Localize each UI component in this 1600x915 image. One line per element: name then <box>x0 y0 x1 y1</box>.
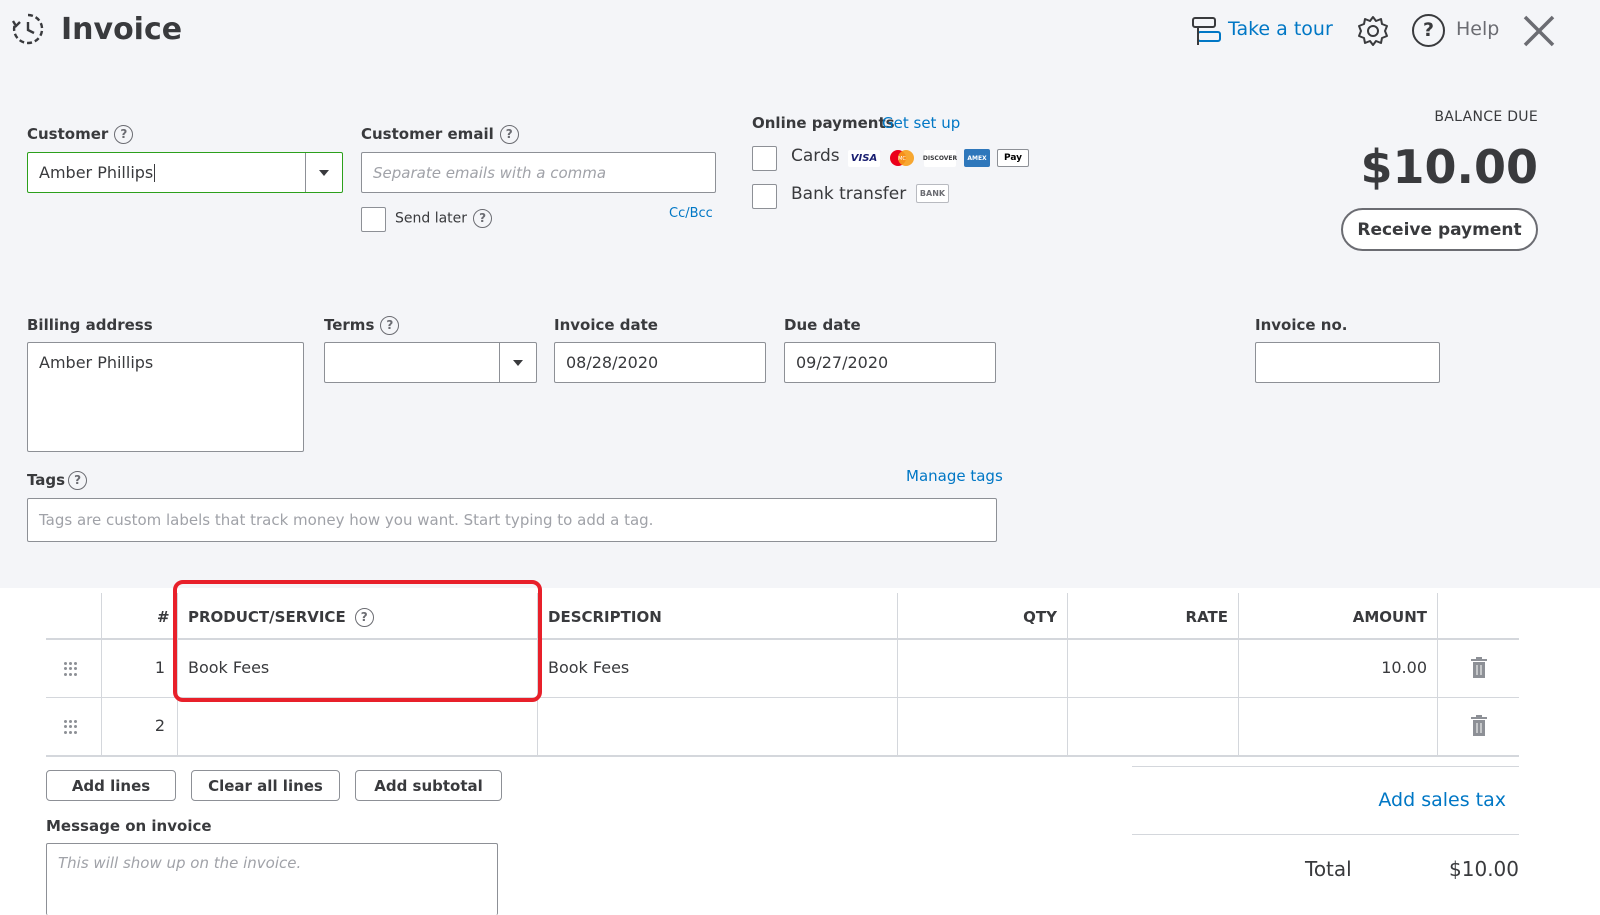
column-header-rate: RATE <box>1185 608 1228 626</box>
customer-dropdown-arrow-icon[interactable] <box>305 153 342 192</box>
page-title: Invoice <box>61 12 183 47</box>
totals-top-divider <box>1132 766 1519 767</box>
tags-input[interactable]: Tags are custom labels that track money … <box>27 498 997 542</box>
customer-label: Customer? <box>27 125 134 144</box>
manage-tags-link[interactable]: Manage tags <box>906 467 1003 485</box>
customer-select[interactable]: Amber Phillips <box>27 152 343 193</box>
cc-bcc-link[interactable]: Cc/Bcc <box>669 206 713 221</box>
add-sales-tax-link[interactable]: Add sales tax <box>1378 789 1506 811</box>
column-header-number: # <box>157 608 170 626</box>
invoice-date-input[interactable]: 08/28/2020 <box>554 342 766 383</box>
billing-address-textarea[interactable]: Amber Phillips <box>27 342 304 452</box>
amex-icon: AMEX <box>964 149 990 167</box>
bank-transfer-label: Bank transfer <box>791 184 907 204</box>
tour-icon[interactable] <box>1190 15 1222 47</box>
row-2-number: 2 <box>154 716 165 735</box>
terms-dropdown-arrow-icon[interactable] <box>499 343 536 382</box>
bank-icon: BANK <box>916 184 949 203</box>
cards-label: Cards <box>791 146 840 166</box>
message-label: Message on invoice <box>46 817 212 835</box>
invoice-date-label: Invoice date <box>554 316 658 334</box>
col-divider <box>1238 593 1239 755</box>
take-a-tour-link[interactable]: Take a tour <box>1228 18 1333 40</box>
trash-icon[interactable] <box>1470 715 1488 737</box>
discover-icon: DISCOVER <box>923 150 957 167</box>
col-divider <box>1437 593 1438 755</box>
row-1-number: 1 <box>154 658 165 677</box>
bank-transfer-checkbox[interactable] <box>752 184 777 209</box>
visa-icon: VISA <box>848 150 880 167</box>
tags-help-icon[interactable]: ? <box>68 471 88 490</box>
terms-label: Terms? <box>324 316 400 335</box>
balance-due-amount: $10.00 <box>1360 140 1538 194</box>
table-bottom-divider <box>46 755 1519 757</box>
due-date-input[interactable]: 09/27/2020 <box>784 342 996 383</box>
customer-email-input[interactable]: Separate emails with a comma <box>361 152 716 193</box>
invoice-number-label: Invoice no. <box>1255 316 1348 334</box>
col-divider <box>1067 593 1068 755</box>
customer-help-icon[interactable]: ? <box>114 125 134 144</box>
row-1-description[interactable]: Book Fees <box>548 658 629 677</box>
add-lines-button[interactable]: Add lines <box>46 770 176 801</box>
clear-all-lines-button[interactable]: Clear all lines <box>191 770 340 801</box>
column-header-qty: QTY <box>1023 608 1057 626</box>
col-divider <box>101 593 102 755</box>
product-column-highlight <box>173 580 542 702</box>
column-header-description: DESCRIPTION <box>548 608 662 626</box>
svg-text:MC: MC <box>898 156 906 162</box>
mastercard-icon: MC <box>888 149 916 167</box>
billing-address-label: Billing address <box>27 316 153 334</box>
receive-payment-button[interactable]: Receive payment <box>1341 208 1538 251</box>
get-set-up-link[interactable]: Get set up <box>882 114 960 132</box>
invoice-number-input[interactable] <box>1255 342 1440 383</box>
total-label: Total <box>1305 857 1352 881</box>
drag-handle-icon[interactable] <box>64 720 78 734</box>
totals-divider <box>1132 834 1519 835</box>
add-subtotal-button[interactable]: Add subtotal <box>355 770 502 801</box>
drag-handle-icon[interactable] <box>64 662 78 676</box>
recent-transactions-icon[interactable] <box>11 12 45 46</box>
cards-checkbox[interactable] <box>752 146 777 171</box>
balance-due-label: BALANCE DUE <box>1434 109 1538 125</box>
send-later-help-icon[interactable]: ? <box>473 209 493 228</box>
help-link[interactable]: Help <box>1456 18 1499 40</box>
terms-help-icon[interactable]: ? <box>380 316 400 335</box>
terms-select[interactable] <box>324 342 537 383</box>
trash-icon[interactable] <box>1470 657 1488 679</box>
help-icon[interactable]: ? <box>1412 14 1445 47</box>
col-divider <box>897 593 898 755</box>
customer-email-label: Customer email? <box>361 125 519 144</box>
due-date-label: Due date <box>784 316 861 334</box>
online-payments-label: Online payments <box>752 114 895 132</box>
column-header-amount: AMOUNT <box>1352 608 1427 626</box>
send-later-checkbox[interactable] <box>361 207 386 232</box>
message-textarea[interactable]: This will show up on the invoice. <box>46 843 498 915</box>
total-value: $10.00 <box>1449 857 1519 881</box>
apple-pay-icon: Pay <box>997 149 1029 167</box>
close-icon[interactable] <box>1521 13 1557 49</box>
tags-label: Tags? <box>27 471 88 490</box>
send-later-label: Send later? <box>395 209 493 228</box>
row-1-amount[interactable]: 10.00 <box>1381 658 1427 677</box>
gear-icon[interactable] <box>1356 14 1390 48</box>
customer-value: Amber Phillips <box>39 163 154 182</box>
email-help-icon[interactable]: ? <box>499 125 519 144</box>
